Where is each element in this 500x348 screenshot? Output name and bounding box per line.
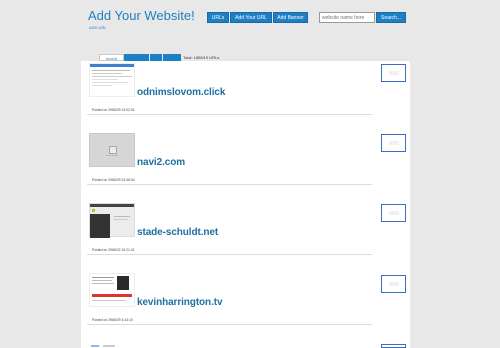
divider: [87, 324, 372, 325]
site-domain-link[interactable]: navi2.com: [137, 157, 185, 168]
nav-add-url-button[interactable]: Add Your URL: [230, 12, 272, 23]
side-banner-button[interactable]: [381, 275, 406, 293]
divider: [87, 254, 372, 255]
list-item: odnimslovom.click Posted on 2965/29 13:0…: [81, 61, 378, 131]
side-banner-button[interactable]: [381, 64, 406, 82]
tab-recent[interactable]: recent: [99, 54, 124, 61]
site-thumbnail[interactable]: [89, 273, 135, 307]
site-title[interactable]: Add Your Website!: [88, 8, 195, 23]
nav-urls-button[interactable]: URLs: [207, 12, 229, 23]
posted-date: Posted on 2965/29 13:02:31: [92, 108, 135, 112]
site-thumbnail[interactable]: [89, 133, 135, 167]
site-domain-link[interactable]: odnimslovom.click: [137, 87, 225, 98]
site-subtitle[interactable]: ADD URL: [89, 25, 107, 30]
posted-date: Posted on 2965/29 3:14:10: [92, 318, 133, 322]
site-domain-link[interactable]: kevinharrington.tv: [137, 297, 223, 308]
side-banner-button[interactable]: [381, 134, 406, 152]
site-thumbnail[interactable]: [89, 203, 135, 238]
list-item: [81, 341, 378, 348]
tab-2[interactable]: [124, 54, 149, 61]
site-thumbnail[interactable]: [89, 343, 135, 348]
list-item: navi2.com Posted on 2965/29 23:46:54: [81, 131, 378, 201]
list-item: kevinharrington.tv Posted on 2965/29 3:1…: [81, 271, 378, 341]
site-thumbnail[interactable]: [89, 63, 135, 97]
search-button[interactable]: Search...: [376, 12, 406, 23]
divider: [87, 184, 372, 185]
divider: [87, 114, 372, 115]
total-count: Total: 1858/19 URLs: [183, 55, 220, 60]
posted-date: Posted on 2965/22 10:21:31: [92, 248, 135, 252]
site-domain-link[interactable]: stade-schuldt.net: [137, 227, 218, 238]
side-banner-button[interactable]: [381, 344, 406, 348]
search-input[interactable]: [319, 12, 375, 23]
posted-date: Posted on 2965/29 23:46:54: [92, 178, 135, 182]
tab-4[interactable]: [163, 54, 181, 61]
tab-3[interactable]: [150, 54, 162, 61]
nav-add-banner-button[interactable]: Add Banner: [273, 12, 308, 23]
url-list-panel: odnimslovom.click Posted on 2965/29 13:0…: [81, 61, 378, 348]
list-item: stade-schuldt.net Posted on 2965/22 10:2…: [81, 201, 378, 271]
site-header: Add Your Website! ADD URL URLs Add Your …: [0, 0, 500, 58]
side-banner-button[interactable]: [381, 204, 406, 222]
